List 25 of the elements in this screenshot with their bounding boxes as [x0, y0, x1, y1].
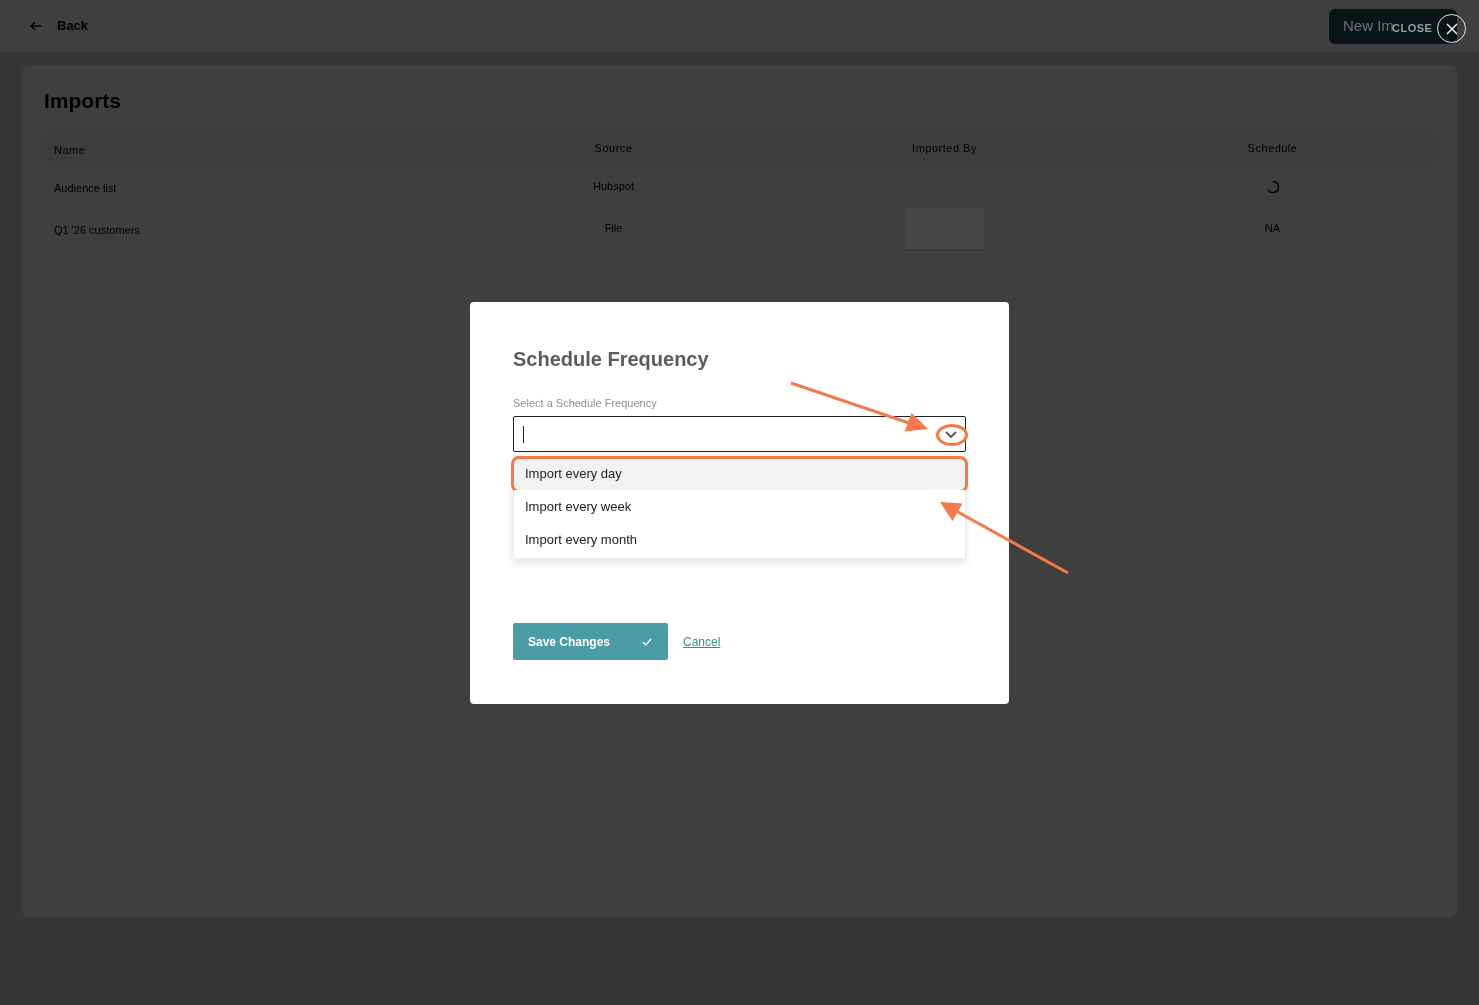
save-changes-button[interactable]: Save Changes: [513, 623, 668, 660]
close-icon: [1445, 22, 1458, 35]
field-label: Select a Schedule Frequency: [513, 396, 658, 410]
arrow-left-icon: [30, 21, 42, 31]
chevron-down-icon: [945, 430, 957, 438]
column-header: Name: [54, 143, 86, 156]
spinner-icon: [1265, 179, 1280, 194]
frequency-select[interactable]: [513, 416, 966, 452]
table-cell: Audience list: [54, 181, 117, 194]
table-cell-text: Hubspot: [593, 179, 634, 195]
cancel-link[interactable]: Cancel: [683, 632, 721, 651]
close-label: CLOSE: [1392, 22, 1433, 37]
column-header: Schedule: [1247, 141, 1298, 157]
column-header: Imported By: [912, 141, 977, 157]
dropdown-option[interactable]: Import every day: [514, 457, 965, 490]
table-cell-text: File: [604, 221, 623, 237]
text-cursor: [523, 425, 524, 443]
dialog-title: Schedule Frequency: [513, 347, 710, 371]
dropdown-option[interactable]: Import every month: [514, 523, 965, 556]
dropdown-option[interactable]: Import every week: [514, 490, 965, 523]
page-title: Imports: [43, 89, 122, 113]
table-cell: Q1 '26 customers: [54, 223, 140, 236]
check-icon: [642, 637, 652, 646]
table-cell-text: NA: [1264, 221, 1281, 237]
column-header: Source: [594, 141, 633, 157]
